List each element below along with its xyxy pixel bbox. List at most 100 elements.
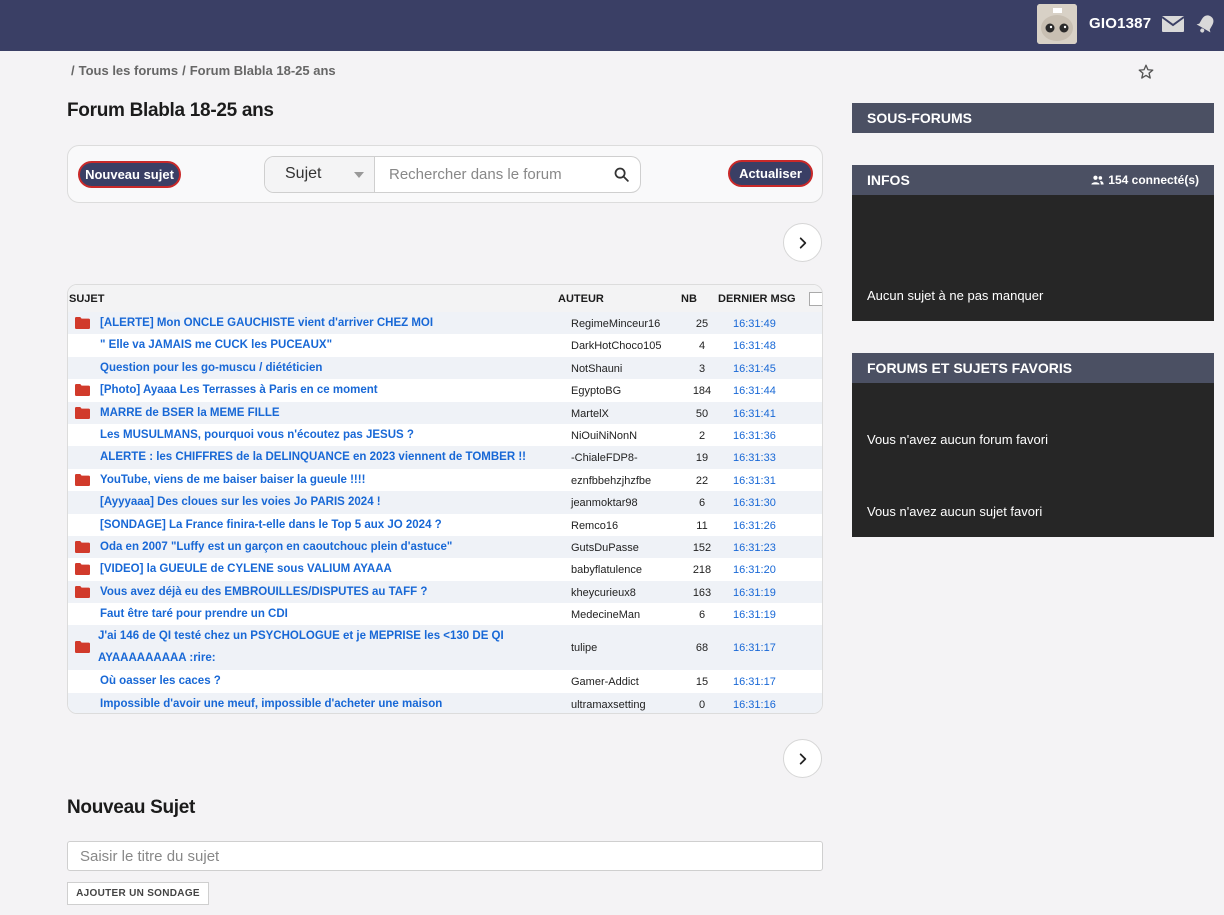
topic-link[interactable]: [SONDAGE] La France finira-t-elle dans l…: [100, 519, 442, 531]
avatar[interactable]: [1037, 4, 1077, 44]
new-topic-button[interactable]: Nouveau sujet: [78, 161, 181, 188]
topic-link[interactable]: [Ayyyaaa] Des cloues sur les voies Jo PA…: [100, 496, 381, 508]
topic-author[interactable]: DarkHotChoco105: [571, 340, 662, 352]
topic-reply-count: 15: [695, 676, 709, 689]
topic-link[interactable]: ALERTE : les CHIFFRES de la DELINQUANCE …: [100, 451, 526, 463]
subforums-header[interactable]: SOUS-FORUMS: [852, 103, 1214, 133]
table-row: " Elle va JAMAIS me CUCK les PUCEAUX" Dar…: [68, 334, 822, 356]
table-row: Faut être taré pour prendre un CDI Medeci…: [68, 603, 822, 625]
favorites-header: FORUMS ET SUJETS FAVORIS: [852, 353, 1214, 383]
topic-last-message-time[interactable]: 16:31:16: [733, 699, 776, 711]
topic-author[interactable]: Gamer-Addict: [571, 676, 639, 688]
topic-last-message-time[interactable]: 16:31:49: [733, 318, 776, 330]
topic-link[interactable]: " Elle va JAMAIS me CUCK les PUCEAUX": [100, 339, 332, 351]
topic-author[interactable]: RegimeMinceur16: [571, 318, 660, 330]
column-header-last-message: DERNIER MSG: [718, 293, 796, 305]
topic-last-message-time[interactable]: 16:31:44: [733, 385, 776, 397]
topic-last-message-time[interactable]: 16:31:19: [733, 609, 776, 621]
topic-link[interactable]: Question pour les go-muscu / diététicien: [100, 362, 322, 374]
table-row: Question pour les go-muscu / diététicien…: [68, 356, 822, 380]
topic-reply-count: 163: [692, 586, 712, 599]
topic-reply-count: 218: [692, 564, 712, 577]
topic-author[interactable]: -ChialeFDP8-: [571, 452, 638, 464]
breadcrumb-all-forums[interactable]: Tous les forums: [79, 63, 178, 78]
topic-author[interactable]: babyflatulence: [571, 564, 642, 576]
search-mode-select[interactable]: Sujet: [265, 157, 375, 192]
folder-icon: [75, 563, 90, 576]
topic-last-message-time[interactable]: 16:31:31: [733, 475, 776, 487]
favorites-panel: Vous n'avez aucun forum favori Vous n'av…: [852, 383, 1214, 537]
table-row: [Photo] Ayaaa Les Terrasses à Paris en c…: [68, 379, 822, 401]
topic-link[interactable]: Impossible d'avoir une meuf, impossible …: [100, 698, 442, 710]
topic-link[interactable]: Faut être taré pour prendre un CDI: [100, 608, 288, 620]
add-poll-button[interactable]: AJOUTER UN SONDAGE: [67, 882, 209, 905]
topic-author[interactable]: GutsDuPasse: [571, 542, 639, 554]
topic-link[interactable]: J'ai 146 de QI testé chez un PSYCHOLOGUE…: [98, 625, 528, 669]
folder-icon: [75, 317, 90, 329]
connected-count[interactable]: 154 connecté(s): [1091, 173, 1199, 187]
column-header-author: AUTEUR: [558, 293, 604, 305]
connected-count-text: 154 connecté(s): [1108, 173, 1199, 187]
table-row: Où oasser les caces ? Gamer-Addict 15 16:31…: [68, 670, 822, 692]
refresh-button[interactable]: Actualiser: [728, 160, 813, 187]
topic-author[interactable]: NotShauni: [571, 363, 622, 375]
topic-author[interactable]: EgyptoBG: [571, 385, 621, 397]
topic-last-message-time[interactable]: 16:31:33: [733, 452, 776, 464]
topic-link[interactable]: MARRE de BSER la MEME FILLE: [100, 407, 280, 419]
folder-icon: [75, 641, 90, 654]
topic-last-message-time[interactable]: 16:31:48: [733, 340, 776, 352]
topic-link[interactable]: [ALERTE] Mon ONCLE GAUCHISTE vient d'arr…: [100, 317, 433, 329]
topic-last-message-time[interactable]: 16:31:19: [733, 587, 776, 599]
bell-icon[interactable]: [1194, 12, 1218, 36]
topic-link[interactable]: Les MUSULMANS, pourquoi vous n'écoutez p…: [100, 429, 414, 441]
topic-author[interactable]: NiOuiNiNonN: [571, 430, 637, 442]
topic-last-message-time[interactable]: 16:31:17: [733, 676, 776, 688]
topic-link[interactable]: Où oasser les caces ?: [100, 675, 221, 687]
select-all-checkbox[interactable]: [809, 292, 822, 306]
topic-last-message-time[interactable]: 16:31:36: [733, 430, 776, 442]
topic-author[interactable]: ultramaxsetting: [571, 699, 646, 711]
topic-last-message-time[interactable]: 16:31:23: [733, 542, 776, 554]
topic-reply-count: 6: [698, 497, 706, 510]
username[interactable]: GIO1387: [1089, 15, 1151, 32]
chevron-right-icon: [799, 752, 806, 765]
search-icon[interactable]: [613, 166, 630, 183]
topic-last-message-time[interactable]: 16:31:17: [733, 642, 776, 654]
topic-author[interactable]: tulipe: [571, 642, 597, 654]
breadcrumb-current-forum[interactable]: Forum Blabla 18-25 ans: [190, 63, 336, 78]
topic-author[interactable]: jeanmoktar98: [571, 497, 638, 509]
infos-header: INFOS 154 connecté(s): [852, 165, 1214, 195]
topic-rows: [ALERTE] Mon ONCLE GAUCHISTE vient d'arr…: [68, 312, 822, 713]
topic-link[interactable]: Vous avez déjà eu des EMBROUILLES/DISPUT…: [100, 586, 427, 598]
topic-author[interactable]: kheycurieux8: [571, 587, 636, 599]
topic-reply-count: 3: [698, 362, 706, 375]
table-row: MARRE de BSER la MEME FILLE MartelX 50 16:3…: [68, 401, 822, 424]
topic-table: SUJET AUTEUR NB DERNIER MSG [ALERTE] Mon…: [67, 284, 823, 714]
topic-last-message-time[interactable]: 16:31:20: [733, 564, 776, 576]
topic-author[interactable]: Remco16: [571, 520, 618, 532]
topic-title-input[interactable]: [67, 841, 823, 871]
star-icon[interactable]: [1137, 63, 1155, 81]
next-page-button[interactable]: [783, 223, 822, 262]
breadcrumb: / Tous les forums / Forum Blabla 18-25 a…: [71, 63, 336, 78]
topic-author[interactable]: MedecineMan: [571, 609, 640, 621]
topic-reply-count: 0: [698, 698, 706, 711]
infos-text: Aucun sujet à ne pas manquer: [867, 288, 1044, 303]
topic-link[interactable]: Oda en 2007 "Luffy est un garçon en caou…: [100, 541, 452, 553]
topic-reply-count: 19: [695, 452, 709, 465]
topic-author[interactable]: eznfbbehzjhzfbe: [571, 475, 651, 487]
table-header: SUJET AUTEUR NB DERNIER MSG: [68, 285, 822, 312]
next-page-button[interactable]: [783, 739, 822, 778]
topic-link[interactable]: [VIDEO] la GUEULE de CYLENE sous VALIUM …: [100, 563, 392, 575]
topic-last-message-time[interactable]: 16:31:30: [733, 497, 776, 509]
topic-last-message-time[interactable]: 16:31:26: [733, 520, 776, 532]
topic-link[interactable]: YouTube, viens de me baiser baiser la gu…: [100, 474, 365, 486]
topic-link[interactable]: [Photo] Ayaaa Les Terrasses à Paris en c…: [100, 384, 378, 396]
topic-last-message-time[interactable]: 16:31:45: [733, 363, 776, 375]
folder-icon: [75, 384, 90, 397]
mail-icon[interactable]: [1161, 14, 1185, 34]
search-input[interactable]: [375, 157, 640, 192]
folder-icon: [75, 406, 90, 419]
topic-author[interactable]: MartelX: [571, 408, 609, 420]
topic-last-message-time[interactable]: 16:31:41: [733, 408, 776, 420]
